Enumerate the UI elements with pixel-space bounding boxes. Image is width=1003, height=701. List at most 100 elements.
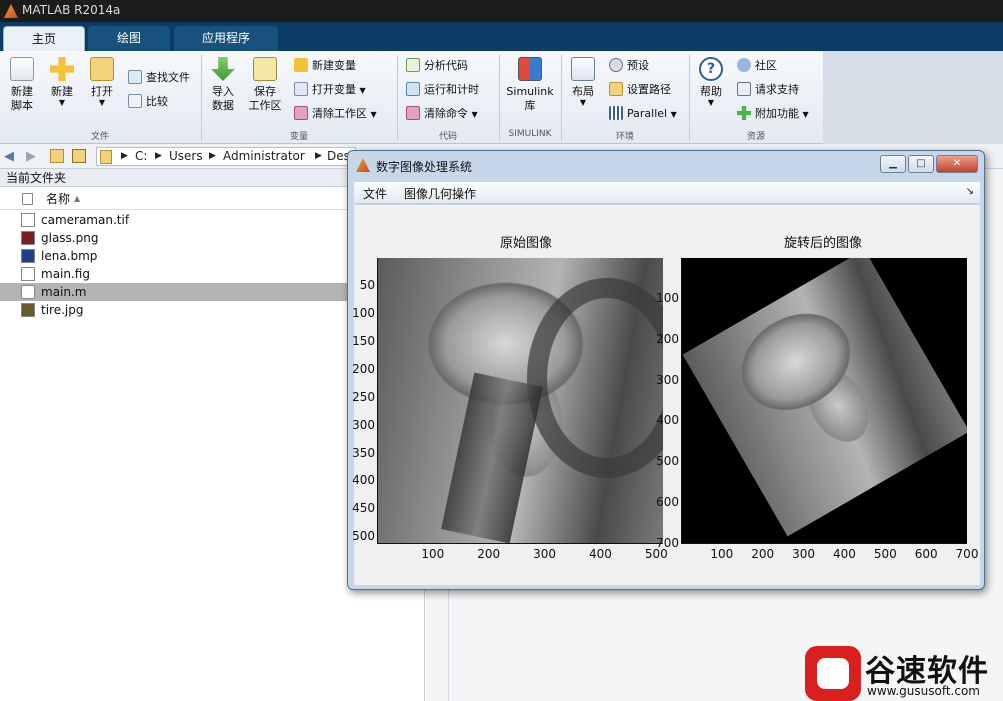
file-name: main.m [41,285,87,299]
breadcrumb-item[interactable]: Administrator [223,149,305,163]
clear-workspace-button[interactable]: 清除工作区 ▼ [294,105,377,123]
parallel-dropdown-icon: ▼ [670,110,677,119]
left-y-axis [377,258,378,544]
file-type-column-icon [22,193,33,205]
find-files-button[interactable]: 查找文件 [128,69,190,87]
current-path-field[interactable]: ▶ C: ▶ Users ▶ Administrator ▶ Des [96,147,356,166]
drive-folder-icon [100,150,112,164]
compare-button[interactable]: 比较 [128,93,168,111]
right-axes-title: 旋转后的图像 [783,236,862,251]
simulink-library-label: Simulink 库 [506,85,554,112]
parallel-icon [609,106,623,120]
x-tick-label: 100 [421,547,445,561]
x-tick-label: 500 [873,547,897,561]
preferences-button[interactable]: 预设 [609,57,649,75]
analyze-code-button[interactable]: 分析代码 [406,57,468,75]
new-dropdown-icon: ▼ [58,98,66,107]
rotated-image-content [682,258,967,537]
tab-home[interactable]: 主页 [3,26,85,51]
layout-label: 布局 [572,85,594,98]
request-support-button[interactable]: 请求支持 [737,81,799,99]
forward-arrow-icon[interactable]: ▶ [26,149,36,164]
png-file-icon [21,231,35,245]
help-dropdown-icon: ▼ [707,98,715,107]
analyze-code-label: 分析代码 [424,59,468,72]
close-icon[interactable]: ✕ [936,155,978,173]
y-tick-label: 600 [656,495,679,510]
clear-commands-button[interactable]: 清除命令 ▼ [406,105,478,123]
analyze-code-icon [406,58,420,72]
new-label: 新建 [51,85,73,98]
matlab-logo-icon [4,4,18,18]
save-workspace-button[interactable]: 保存 工作区 [246,57,284,113]
compare-icon [128,94,142,108]
set-path-button[interactable]: 设置路径 [609,81,671,99]
help-question-icon: ? [699,57,723,81]
y-tick-label: 350 [352,445,375,460]
y-tick-label: 400 [656,413,679,428]
clear-workspace-label: 清除工作区 [312,107,367,120]
open-variable-button[interactable]: 打开变量 ▼ [294,81,366,99]
breadcrumb-item[interactable]: Users [169,149,203,163]
run-and-time-icon [406,82,420,96]
open-label: 打开 [91,85,113,98]
help-label: 帮助 [700,85,722,98]
open-button[interactable]: 打开 ▼ [86,57,118,107]
menu-geometry-operations[interactable]: 图像几何操作 [404,185,476,202]
parallel-label: Parallel [627,107,668,120]
help-button[interactable]: ? 帮助 ▼ [695,57,727,107]
import-data-label: 导入 数据 [212,85,234,112]
run-and-time-label: 运行和计时 [424,83,479,96]
simulink-library-icon [518,57,542,81]
rotated-image [681,258,967,544]
x-tick-label: 200 [477,547,501,561]
y-tick-label: 200 [352,361,375,376]
folder-path-icon [609,82,623,96]
sort-ascending-icon: ▲ [74,194,81,203]
clear-commands-dropdown-icon: ▼ [471,110,478,119]
breadcrumb-separator-icon: ▶ [155,151,162,161]
y-tick-label: 300 [656,372,679,387]
browse-folder-icon[interactable] [72,149,86,163]
request-support-label: 请求支持 [755,83,799,96]
community-icon [737,58,751,72]
parallel-button[interactable]: Parallel ▼ [609,105,677,123]
x-tick-label: 700 [955,547,979,561]
up-folder-icon[interactable] [50,149,64,163]
maximize-icon[interactable]: □ [908,155,934,173]
y-tick-label: 400 [352,473,375,488]
layout-dropdown-icon: ▼ [579,98,587,107]
import-data-button[interactable]: 导入 数据 [206,57,240,113]
back-arrow-icon[interactable]: ◀ [4,149,14,164]
eraser-icon [406,106,420,120]
matlab-logo-icon [356,158,370,172]
breadcrumb-separator-icon: ▶ [121,151,128,161]
request-support-icon [737,82,751,96]
y-tick-label: 250 [352,389,375,404]
new-script-button[interactable]: 新建 脚本 [6,57,38,113]
run-and-time-button[interactable]: 运行和计时 [406,81,479,99]
y-tick-label: 300 [352,417,375,432]
tab-plots[interactable]: 绘图 [88,26,170,51]
y-tick-label: 700 [656,536,679,550]
group-title-code: 代码 [438,132,457,142]
name-column-header[interactable]: 名称 [46,188,70,210]
community-button[interactable]: 社区 [737,57,777,75]
simulink-library-button[interactable]: Simulink 库 [505,57,555,113]
file-name: cameraman.tif [41,213,130,227]
tab-apps[interactable]: 应用程序 [174,26,278,51]
image-hat-arc [527,278,663,478]
new-button[interactable]: 新建 ▼ [46,57,78,107]
folder-icon [90,57,114,81]
file-name: tire.jpg [41,303,84,317]
new-variable-button[interactable]: 新建变量 [294,57,356,75]
menu-file[interactable]: 文件 [363,185,387,202]
layout-button[interactable]: 布局 ▼ [567,57,599,107]
add-ons-dropdown-icon: ▼ [802,110,809,119]
minimize-icon[interactable]: ▁ [880,155,906,173]
dock-arrow-icon[interactable]: ↘ [966,186,974,197]
group-title-file: 文件 [90,132,109,142]
breadcrumb-item[interactable]: C: [135,149,147,163]
left-axes-title: 原始图像 [499,236,552,251]
add-ons-button[interactable]: 附加功能 ▼ [737,105,809,123]
